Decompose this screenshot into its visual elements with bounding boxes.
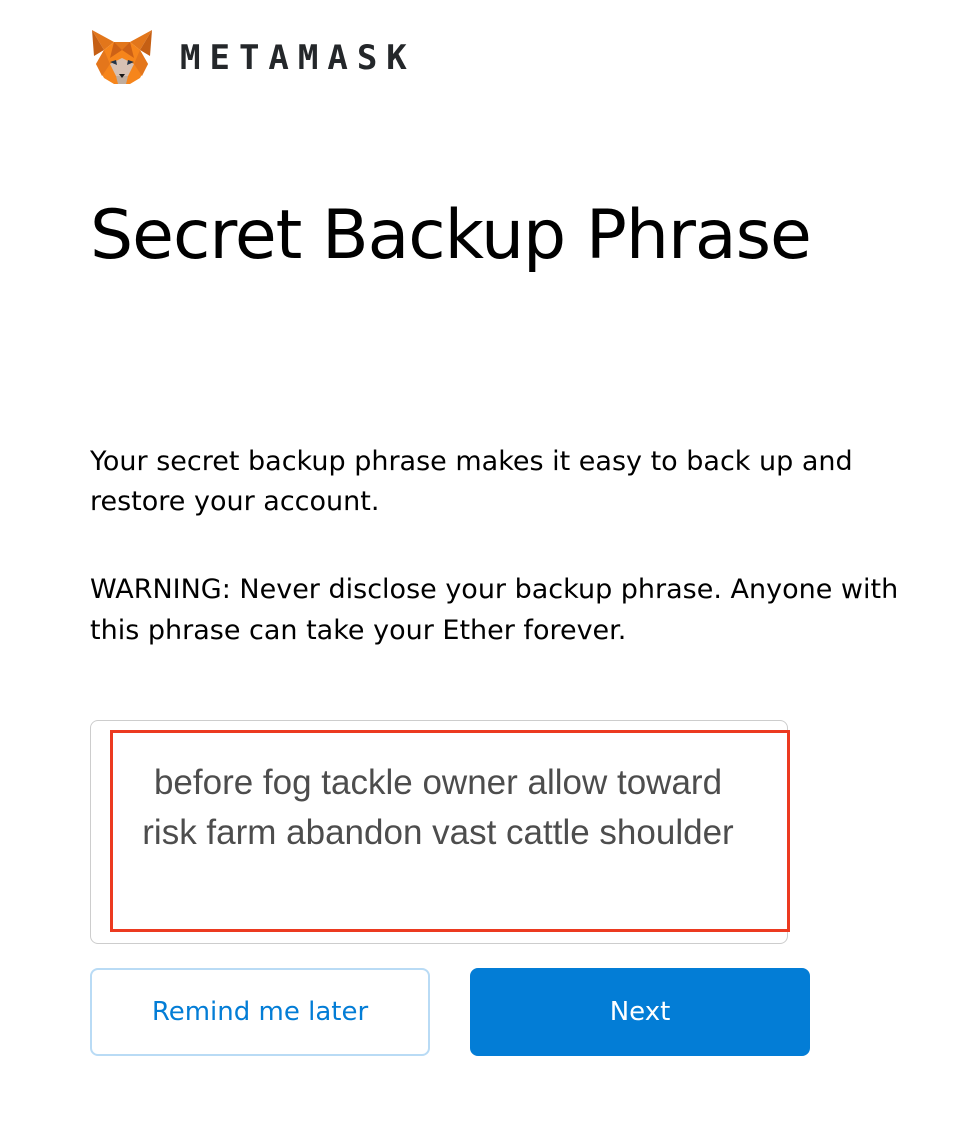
- header-logo: METAMASK: [90, 28, 416, 88]
- metamask-fox-icon: [92, 30, 152, 84]
- secret-phrase-text: before fog tackle owner allow toward ris…: [142, 763, 734, 852]
- next-button[interactable]: Next: [470, 968, 810, 1056]
- page-title: Secret Backup Phrase: [90, 196, 812, 275]
- remind-me-later-label: Remind me later: [151, 997, 369, 1027]
- warning-text: WARNING: Never disclose your backup phra…: [90, 574, 899, 646]
- description-text: Your secret backup phrase makes it easy …: [90, 446, 853, 517]
- remind-me-later-button[interactable]: Remind me later: [90, 968, 430, 1056]
- metamask-wordmark: METAMASK: [180, 38, 416, 78]
- next-label: Next: [609, 997, 671, 1027]
